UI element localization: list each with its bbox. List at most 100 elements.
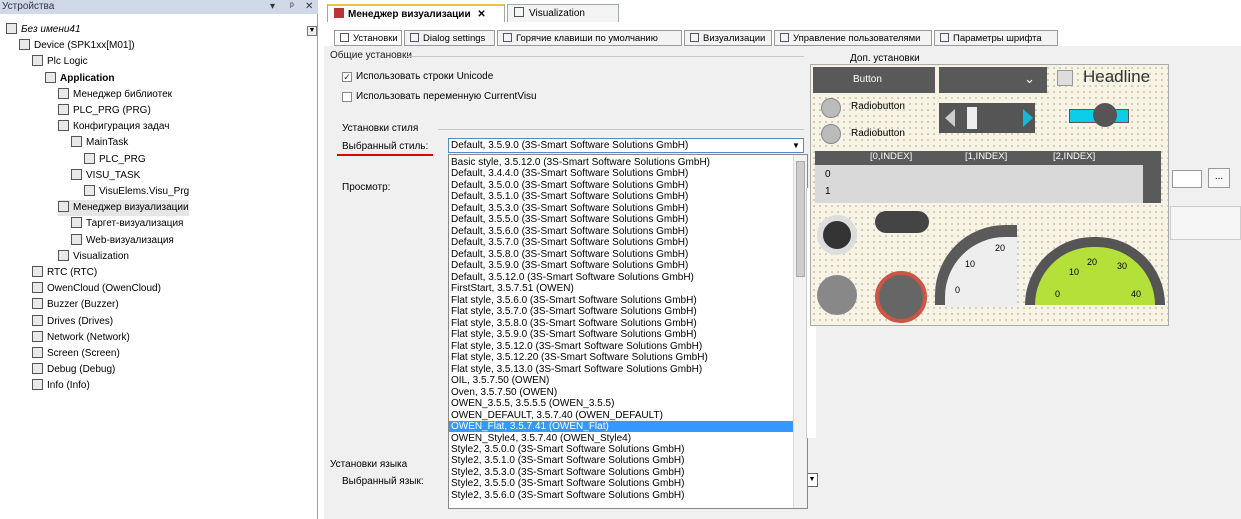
style-option[interactable]: Default, 3.5.5.0 (3S-Smart Software Solu… <box>451 214 688 225</box>
style-option[interactable]: Default, 3.5.9.0 (3S-Smart Software Solu… <box>451 260 688 271</box>
style-option[interactable]: Default, 3.5.8.0 (3S-Smart Software Solu… <box>451 249 688 260</box>
tree-item[interactable]: Debug (Debug) <box>32 362 115 378</box>
tree-item[interactable]: Таргет-визуализация <box>71 216 183 232</box>
style-option[interactable]: OWEN_Flat, 3.5.7.41 (OWEN_Flat) <box>449 421 793 433</box>
tree-node-icon <box>58 249 69 261</box>
style-option[interactable]: Flat style, 3.5.6.0 (3S-Smart Software S… <box>451 295 697 306</box>
gauge-tick: 10 <box>1069 267 1080 277</box>
currentvisu-checkbox[interactable] <box>342 92 352 102</box>
settings-tab[interactable]: Визуализации <box>684 30 772 46</box>
list-scrollbar[interactable] <box>793 155 807 508</box>
style-option[interactable]: OWEN_Style4, 3.5.7.40 (OWEN_Style4) <box>451 433 631 444</box>
tree-item[interactable]: Конфигурация задач <box>58 119 169 135</box>
style-option[interactable]: Flat style, 3.5.9.0 (3S-Smart Software S… <box>451 329 697 340</box>
style-option[interactable]: OWEN_3.5.5, 3.5.5.5 (OWEN_3.5.5) <box>451 398 614 409</box>
devices-dropdown-button[interactable]: ▼ <box>307 26 317 36</box>
tree-node-icon <box>84 152 95 164</box>
tree-item[interactable]: RTC (RTC) <box>32 265 97 281</box>
style-option[interactable]: Default, 3.5.6.0 (3S-Smart Software Solu… <box>451 226 688 237</box>
style-option[interactable]: Flat style, 3.5.12.0 (3S-Smart Software … <box>451 341 702 352</box>
tree-item[interactable]: Visualization <box>58 249 129 265</box>
style-option[interactable]: FirstStart, 3.5.7.51 (OWEN) <box>451 283 574 294</box>
settings-tab[interactable]: Dialog settings <box>404 30 495 46</box>
settings-tab[interactable]: Горячие клавиши по умолчанию <box>497 30 682 46</box>
chevron-down-icon[interactable]: ▼ <box>790 140 802 151</box>
gauge-tick: 20 <box>1087 257 1098 267</box>
tree-item[interactable]: Info (Info) <box>32 378 90 394</box>
tree-item[interactable]: VisuElems.Visu_Prg <box>84 184 189 200</box>
style-select[interactable]: Default, 3.5.9.0 (3S-Smart Software Solu… <box>448 138 804 153</box>
settings-tab-label: Визуализации <box>703 33 766 44</box>
tree-item[interactable]: Без имени41 <box>6 22 81 38</box>
settings-tab[interactable]: Управление пользователями <box>774 30 932 46</box>
tree-item[interactable]: PLC_PRG (PRG) <box>58 103 151 119</box>
style-option[interactable]: Style2, 3.5.0.0 (3S-Smart Software Solut… <box>451 444 684 455</box>
tree-item[interactable]: MainTask <box>71 135 128 151</box>
browse-button[interactable]: ... <box>1208 168 1230 188</box>
panel-menu-icon[interactable]: ▾ <box>270 0 275 14</box>
style-option[interactable]: Default, 3.5.1.0 (3S-Smart Software Solu… <box>451 191 688 202</box>
style-preview: Button ⌄ Headline Radiobutton Radiobutto… <box>810 64 1169 326</box>
selected-language-label: Выбранный язык: <box>342 476 424 487</box>
scrollbar-thumb[interactable] <box>796 161 805 277</box>
tree-item[interactable]: Buzzer (Buzzer) <box>32 297 119 313</box>
tree-item[interactable]: OwenCloud (OwenCloud) <box>32 281 161 297</box>
tree-item[interactable]: Device (SPK1xx[M01]) <box>19 38 135 54</box>
style-option[interactable]: Flat style, 3.5.12.20 (3S-Smart Software… <box>451 352 708 363</box>
devices-panel-title: Устройства <box>2 1 55 12</box>
toggle-knob <box>1093 103 1117 127</box>
settings-tab[interactable]: Параметры шрифта <box>934 30 1058 46</box>
style-option[interactable]: Basic style, 3.5.12.0 (3S-Smart Software… <box>451 157 710 168</box>
close-tab-icon[interactable]: ✕ <box>477 9 485 20</box>
side-box <box>1170 206 1241 240</box>
style-option[interactable]: Default, 3.5.0.0 (3S-Smart Software Solu… <box>451 180 688 191</box>
style-option[interactable]: Flat style, 3.5.8.0 (3S-Smart Software S… <box>451 318 697 329</box>
tree-item[interactable]: VISU_TASK <box>71 168 140 184</box>
style-option[interactable]: OIL, 3.5.7.50 (OWEN) <box>451 375 549 386</box>
path-input[interactable] <box>1172 170 1202 188</box>
style-option[interactable]: Default, 3.5.12.0 (3S-Smart Software Sol… <box>451 272 694 283</box>
tree-node-icon <box>32 298 43 310</box>
unicode-checkbox[interactable]: ✓ <box>342 72 352 82</box>
style-option[interactable]: Style2, 3.5.3.0 (3S-Smart Software Solut… <box>451 467 684 478</box>
tree-item-label: Info (Info) <box>47 380 90 392</box>
pin-icon[interactable]: ᵖ <box>290 0 294 14</box>
style-option[interactable]: Default, 3.5.7.0 (3S-Smart Software Solu… <box>451 237 688 248</box>
tree-item[interactable]: Screen (Screen) <box>32 346 120 362</box>
style-select-value: Default, 3.5.9.0 (3S-Smart Software Solu… <box>451 140 689 151</box>
tree-item-label: Plc Logic <box>47 56 88 68</box>
style-option[interactable]: Flat style, 3.5.7.0 (3S-Smart Software S… <box>451 306 697 317</box>
tree-node-icon <box>71 217 82 229</box>
style-option[interactable]: Style2, 3.5.1.0 (3S-Smart Software Solut… <box>451 455 684 466</box>
style-option[interactable]: OWEN_DEFAULT, 3.5.7.40 (OWEN_DEFAULT) <box>451 410 663 421</box>
style-option[interactable]: Default, 3.5.3.0 (3S-Smart Software Solu… <box>451 203 688 214</box>
style-dropdown-list[interactable]: Basic style, 3.5.12.0 (3S-Smart Software… <box>448 154 808 509</box>
style-option[interactable]: Flat style, 3.5.13.0 (3S-Smart Software … <box>451 364 702 375</box>
preview-gauge-2: 0 10 20 30 40 <box>1025 237 1165 305</box>
tab-icon <box>410 33 419 42</box>
tree-item[interactable]: Network (Network) <box>32 330 130 346</box>
preview-switch <box>875 211 929 233</box>
style-option[interactable]: Default, 3.4.4.0 (3S-Smart Software Solu… <box>451 168 688 179</box>
tree-item[interactable]: Application <box>45 71 114 87</box>
tree-item[interactable]: Plc Logic <box>32 54 88 70</box>
gauge-tick: 20 <box>995 243 1006 253</box>
settings-tab[interactable]: Установки <box>334 30 402 46</box>
close-icon[interactable]: ✕ <box>305 0 313 14</box>
tree-item[interactable]: Drives (Drives) <box>32 314 113 330</box>
tree-item[interactable]: PLC_PRG <box>84 152 146 168</box>
group-line <box>406 56 804 57</box>
style-option[interactable]: Style2, 3.5.6.0 (3S-Smart Software Solut… <box>451 490 684 501</box>
tab-visu-manager[interactable]: Менеджер визуализации ✕ <box>327 4 505 22</box>
table-header: [0,INDEX] <box>870 151 913 162</box>
tab-visualization[interactable]: Visualization <box>507 4 619 22</box>
style-option[interactable]: Oven, 3.5.7.50 (OWEN) <box>451 387 557 398</box>
tree-item[interactable]: Менеджер визуализации <box>58 200 189 217</box>
style-option[interactable]: Style2, 3.5.5.0 (3S-Smart Software Solut… <box>451 478 684 489</box>
tree-node-icon <box>32 347 43 358</box>
tree-item-label: Device (SPK1xx[M01]) <box>34 40 135 52</box>
tree-item[interactable]: Менеджер библиотек <box>58 87 172 103</box>
tree-item[interactable]: Web-визуализация <box>71 233 174 249</box>
language-settings-title: Установки языка <box>330 459 408 470</box>
general-settings-title: Общие установки <box>330 50 412 61</box>
